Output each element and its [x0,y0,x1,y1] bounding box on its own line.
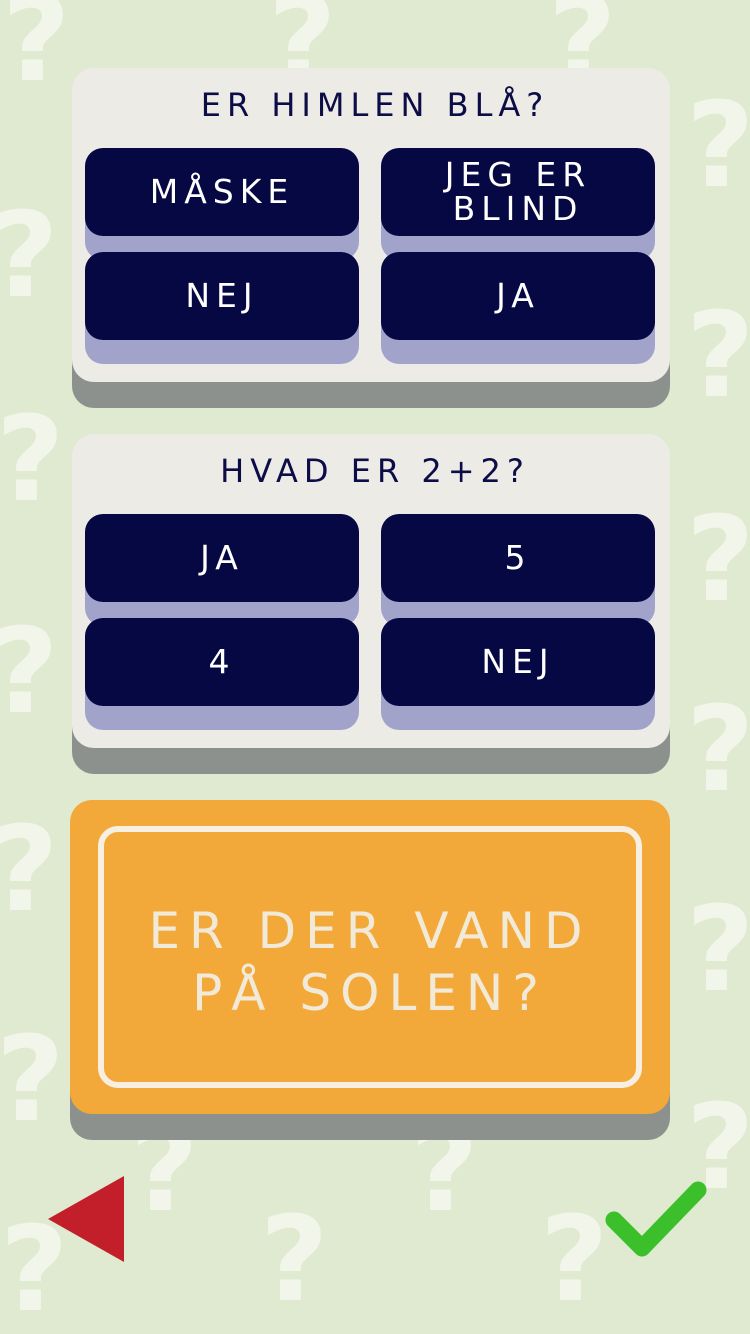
answer-button-1-1[interactable]: MÅSKE [85,148,359,236]
current-question-label: ER DER VAND PÅ SOLEN? [148,902,592,1022]
current-question-card[interactable]: ER DER VAND PÅ SOLEN? [70,800,670,1114]
answer-button-2-2[interactable]: 5 [381,514,655,602]
triangle-left-icon [48,1176,124,1262]
answer-button-1-2[interactable]: JEG ER BLIND [381,148,655,236]
answer-button-1-2-label: JEG ER BLIND [444,155,592,228]
answer-button-2-3[interactable]: 4 [85,618,359,706]
answer-button-2-4[interactable]: NEJ [381,618,655,706]
current-question-text: ER DER VAND PÅ SOLEN? [70,900,670,1024]
question-2-text: HVAD ER 2+2? [220,452,530,490]
back-button[interactable] [46,1174,126,1264]
confirm-button[interactable] [604,1176,708,1262]
answer-button-2-1[interactable]: JA [85,514,359,602]
question-1-text: ER HIMLEN BLÅ? [200,86,550,124]
answer-button-1-4[interactable]: JA [381,252,655,340]
checkmark-icon [605,1181,707,1257]
answer-button-1-3[interactable]: NEJ [85,252,359,340]
